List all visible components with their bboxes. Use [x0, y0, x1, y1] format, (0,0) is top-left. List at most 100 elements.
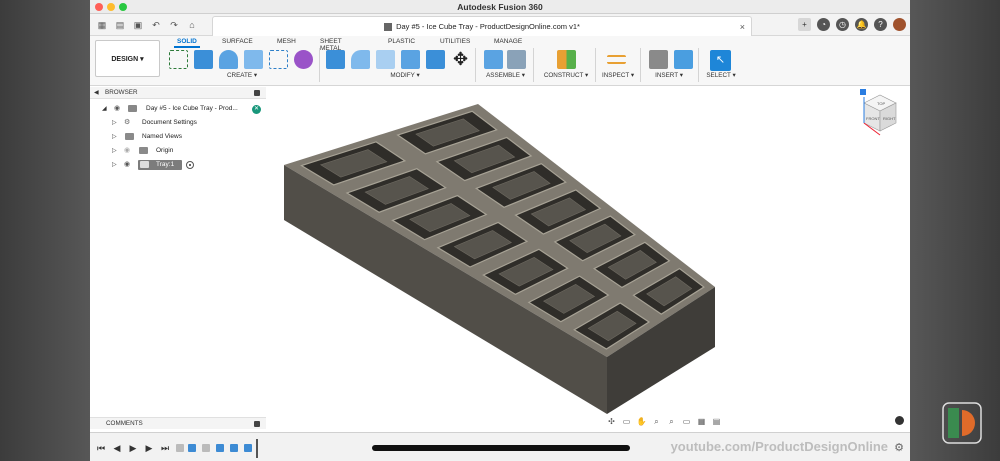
- browser-item-named-views[interactable]: ▷ Named Views: [90, 130, 266, 144]
- eye-icon[interactable]: ◉: [114, 102, 120, 116]
- comment-bubble-icon[interactable]: [895, 416, 904, 425]
- joint-icon[interactable]: [507, 50, 526, 69]
- tab-manage[interactable]: MANAGE: [494, 38, 522, 45]
- assemble-menu[interactable]: ASSEMBLE ▾: [483, 72, 528, 79]
- eye-hidden-icon[interactable]: ◉: [124, 144, 130, 158]
- new-component-icon[interactable]: [484, 50, 503, 69]
- timeline-settings-icon[interactable]: ⚙: [894, 441, 904, 454]
- press-pull-icon[interactable]: [326, 50, 345, 69]
- panel-pin-icon[interactable]: [254, 421, 260, 427]
- measure-icon[interactable]: [607, 55, 626, 64]
- fillet-icon[interactable]: [351, 50, 370, 69]
- extrude-icon[interactable]: [194, 50, 213, 69]
- document-tab[interactable]: Day #5 - Ice Cube Tray - ProductDesignOn…: [212, 16, 752, 36]
- tab-mesh[interactable]: MESH: [277, 38, 296, 45]
- undo-icon[interactable]: ↶: [150, 20, 162, 30]
- step-forward-icon[interactable]: ▶: [144, 442, 154, 454]
- modify-menu[interactable]: MODIFY ▾: [375, 72, 435, 79]
- timeline-extrude-icon[interactable]: [188, 444, 196, 452]
- select-menu[interactable]: SELECT ▾: [701, 72, 741, 79]
- tab-utilities[interactable]: UTILITIES: [440, 38, 470, 45]
- step-back-icon[interactable]: ◀: [112, 442, 122, 454]
- timeline-sketch-icon[interactable]: [176, 444, 184, 452]
- viewports-icon[interactable]: ▤: [711, 417, 722, 427]
- user-avatar[interactable]: [893, 18, 906, 31]
- job-status-icon[interactable]: ◷: [836, 18, 849, 31]
- create-sketch-icon[interactable]: [169, 50, 188, 69]
- pattern-icon[interactable]: [269, 50, 288, 69]
- browser-item-document-settings[interactable]: ▷ ⚙ Document Settings: [90, 116, 266, 130]
- display-settings-icon[interactable]: ▭: [681, 417, 692, 427]
- design-workspace-button[interactable]: DESIGN ▾: [95, 40, 160, 77]
- browser-header[interactable]: ◀ BROWSER: [90, 87, 266, 99]
- look-at-icon[interactable]: ▭: [621, 417, 632, 427]
- canvas-viewport[interactable]: TOP FRONT RIGHT ✣ ▭ ✋ ⌕ ⌕ ▭ ▦ ▤: [266, 87, 910, 429]
- apps-grid-icon[interactable]: ▦: [96, 20, 108, 30]
- offset-plane-icon[interactable]: [557, 50, 576, 69]
- eye-icon[interactable]: ◉: [124, 158, 130, 172]
- tab-surface[interactable]: SURFACE: [222, 38, 253, 45]
- viewcube[interactable]: TOP FRONT RIGHT: [850, 87, 906, 147]
- browser-item-origin[interactable]: ▷ ◉ Origin: [90, 144, 266, 158]
- combine-icon[interactable]: [426, 50, 445, 69]
- create-menu[interactable]: CREATE ▾: [217, 72, 267, 79]
- pan-icon[interactable]: ✋: [636, 417, 647, 427]
- model-canvas: [284, 104, 715, 414]
- save-icon[interactable]: ▣: [132, 20, 144, 30]
- expand-arrow-icon[interactable]: ▷: [112, 130, 117, 144]
- expand-arrow-icon[interactable]: ▷: [112, 158, 117, 172]
- toolbar-separator: [475, 48, 476, 82]
- comments-panel[interactable]: COMMENTS: [90, 417, 266, 429]
- new-tab-button[interactable]: +: [798, 18, 811, 31]
- go-to-end-icon[interactable]: ⏭: [160, 442, 170, 454]
- timeline-pattern-icon[interactable]: [230, 444, 238, 452]
- timeline-marker[interactable]: [256, 439, 258, 458]
- expand-arrow-icon[interactable]: ▷: [112, 116, 117, 130]
- help-icon[interactable]: ?: [874, 18, 887, 31]
- activate-radio[interactable]: [186, 161, 194, 169]
- fit-icon[interactable]: ⌕: [666, 417, 677, 427]
- close-tab-icon[interactable]: ×: [740, 22, 745, 32]
- data-panel-icon[interactable]: ◔: [817, 18, 830, 31]
- tab-solid[interactable]: SOLID: [174, 38, 200, 48]
- expand-arrow-icon[interactable]: ◢: [102, 102, 107, 116]
- revolve-icon[interactable]: [219, 50, 238, 69]
- move-icon[interactable]: ✥: [451, 50, 470, 69]
- insert-menu[interactable]: INSERT ▾: [647, 72, 691, 79]
- tab-plastic[interactable]: PLASTIC: [388, 38, 415, 45]
- construct-menu[interactable]: CONSTRUCT ▾: [540, 72, 592, 79]
- collapse-icon[interactable]: ◀: [94, 87, 99, 99]
- browser-root-row[interactable]: ◢ ◉ Day #5 - Ice Cube Tray - Prod... ✕: [90, 102, 266, 116]
- browser-item-tray[interactable]: ▷ ◉ Tray:1: [90, 158, 266, 172]
- activate-badge-icon[interactable]: ✕: [252, 105, 261, 114]
- insert-derive-icon[interactable]: [649, 50, 668, 69]
- inspect-menu[interactable]: INSPECT ▾: [598, 72, 638, 79]
- go-to-start-icon[interactable]: ⏮: [96, 442, 106, 454]
- gear-icon: ⚙: [124, 119, 131, 126]
- timeline-sketch-icon[interactable]: [202, 444, 210, 452]
- form-icon[interactable]: [294, 50, 313, 69]
- chamfer-icon[interactable]: [376, 50, 395, 69]
- orbit-icon[interactable]: ✣: [606, 417, 617, 427]
- redo-icon[interactable]: ↷: [168, 20, 180, 30]
- timeline-fillet-icon[interactable]: [244, 444, 252, 452]
- notifications-icon[interactable]: 🔔: [855, 18, 868, 31]
- home-view-icon[interactable]: [860, 89, 866, 95]
- insert-canvas-icon[interactable]: [674, 50, 693, 69]
- viewcube-right-label[interactable]: RIGHT: [883, 116, 896, 121]
- file-menu-icon[interactable]: ▤: [114, 20, 126, 30]
- channel-logo-icon: [942, 402, 982, 444]
- home-indicator: [372, 445, 630, 451]
- zoom-icon[interactable]: ⌕: [651, 417, 662, 427]
- expand-arrow-icon[interactable]: ▷: [112, 144, 117, 158]
- select-icon[interactable]: ↖: [710, 50, 731, 71]
- timeline-extrude-icon[interactable]: [216, 444, 224, 452]
- play-icon[interactable]: ▶: [128, 442, 138, 454]
- viewcube-top-label[interactable]: TOP: [877, 101, 885, 106]
- shell-icon[interactable]: [401, 50, 420, 69]
- panel-pin-icon[interactable]: [254, 90, 260, 96]
- home-icon[interactable]: ⌂: [186, 20, 198, 30]
- grid-settings-icon[interactable]: ▦: [696, 417, 707, 427]
- viewcube-front-label[interactable]: FRONT: [866, 116, 880, 121]
- hole-icon[interactable]: [244, 50, 263, 69]
